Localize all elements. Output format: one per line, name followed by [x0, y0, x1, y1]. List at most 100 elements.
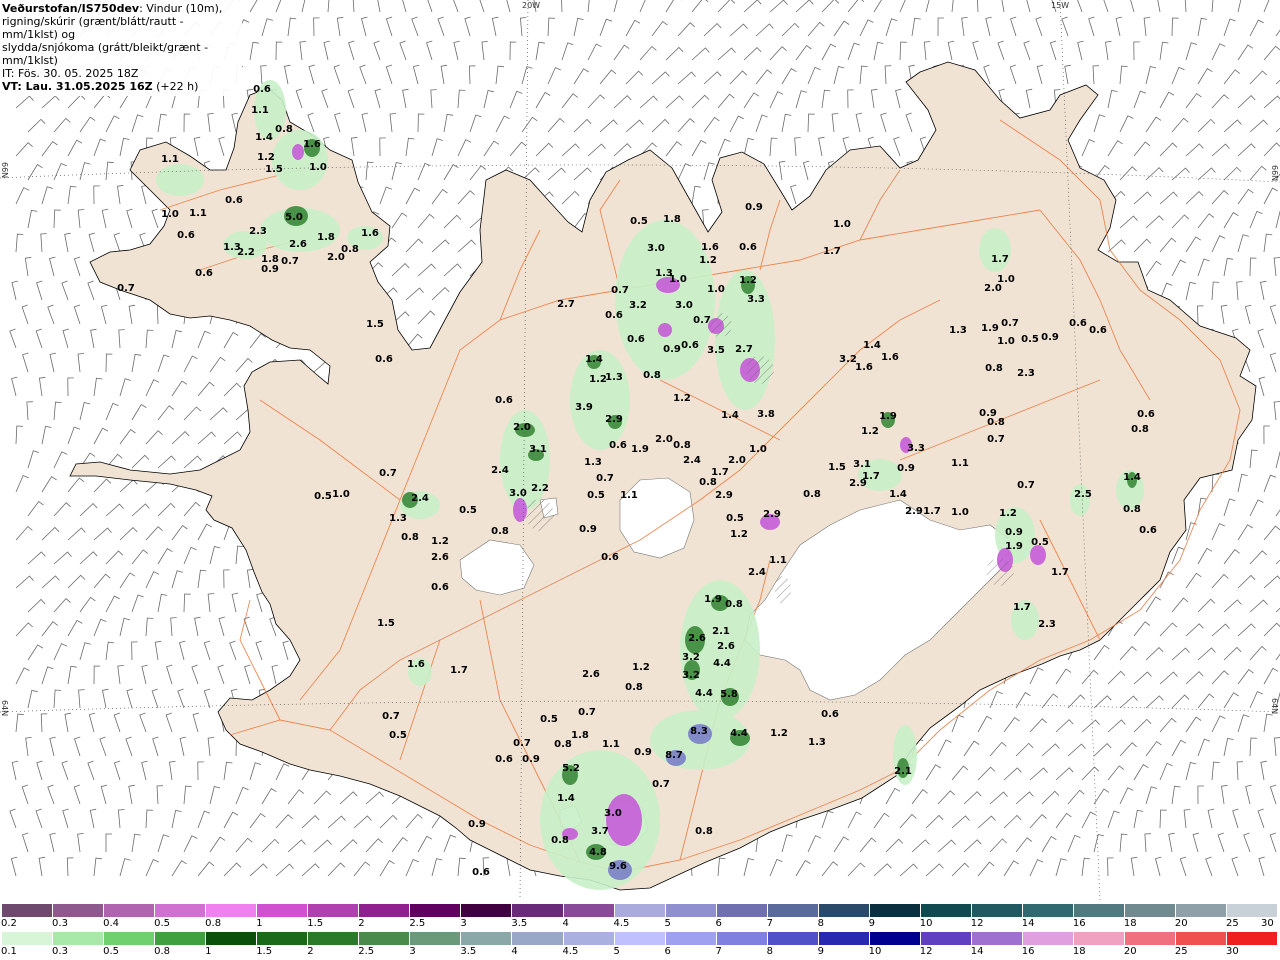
- precip-value-label: 0.8: [275, 124, 293, 135]
- precip-value-label: 2.4: [748, 567, 766, 578]
- legend-swatch: [1176, 904, 1228, 917]
- precip-value-label: 4.4: [713, 658, 731, 669]
- legend-label: 3: [460, 918, 467, 929]
- legend-swatch: [512, 904, 564, 917]
- precip-value-label: 1.1: [769, 555, 787, 566]
- precip-value-label: 1.6: [361, 228, 379, 239]
- precip-value-label: 1.3: [605, 372, 623, 383]
- legend-swatch: [155, 932, 207, 945]
- precip-value-label: 0.8: [625, 682, 643, 693]
- map-info-box: Veðurstofan/IS750dev: Vindur (10m), rign…: [0, 0, 242, 96]
- legend-label: 10: [919, 918, 933, 929]
- precip-value-label: 1.5: [377, 618, 395, 629]
- legend-swatch: [53, 904, 105, 917]
- precip-value-label: 2.3: [1038, 619, 1056, 630]
- precip-value-label: 1.7: [1013, 602, 1031, 613]
- precip-value-label: 1.4: [1123, 472, 1141, 483]
- precip-value-label: 1.2: [861, 426, 879, 437]
- legend-swatch: [869, 904, 921, 917]
- info-desc-3: slydda/snjókoma (grátt/bleikt/grænt - mm…: [2, 41, 209, 67]
- precip-value-label: 0.7: [379, 468, 397, 479]
- precip-value-label: 0.9: [261, 264, 279, 275]
- precip-value-label: 2.9: [605, 414, 623, 425]
- lat-label-66n-right: 66N: [1270, 165, 1279, 182]
- precip-value-label: 3.0: [647, 243, 665, 254]
- legend-swatch: [665, 904, 717, 917]
- legend-swatch: [410, 932, 462, 945]
- precip-value-label: 0.7: [1001, 318, 1019, 329]
- legend-swatch: [920, 932, 972, 945]
- precip-value-label: 2.1: [894, 766, 912, 777]
- precip-value-label: 0.6: [253, 84, 271, 95]
- precip-value-label: 0.7: [117, 283, 135, 294]
- legend-swatch: [308, 904, 360, 917]
- lat-label-64n-right: 64N: [1270, 698, 1279, 715]
- valid-time: VT: Lau. 31.05.2025 16Z: [2, 80, 153, 93]
- legend-swatch: [1125, 932, 1177, 945]
- precip-value-label: 0.6: [1089, 325, 1107, 336]
- lon-label-15w: 15W: [1051, 1, 1070, 10]
- legend-swatch: [665, 932, 717, 945]
- legend-swatch: [206, 904, 258, 917]
- precip-value-label: 1.1: [602, 739, 620, 750]
- snow-legend-labels: 0.2 0.3 0.4 0.5 0.8 1 1.5 2 2.5 3 3.5 4 4.5 5 6 7 8 9 10 12…: [0, 918, 1280, 930]
- precip-value-label: 0.6: [609, 440, 627, 451]
- precip-value-label: 2.4: [491, 465, 509, 476]
- precip-value-label: 1.3: [949, 325, 967, 336]
- legend-label: 20: [1174, 918, 1188, 929]
- precip-value-label: 1.0: [749, 444, 767, 455]
- precip-value-label: 2.9: [763, 509, 781, 520]
- legend-swatch: [1176, 932, 1228, 945]
- precip-value-label: 0.8: [551, 835, 569, 846]
- legend-label: 25: [1225, 918, 1239, 929]
- legend-swatch: [1227, 932, 1279, 945]
- precip-value-label: 1.1: [189, 208, 207, 219]
- precip-value-label: 1.3: [584, 457, 602, 468]
- legend-swatch: [869, 932, 921, 945]
- precip-value-label: 1.6: [855, 362, 873, 373]
- legend-swatch: [1022, 904, 1074, 917]
- legend-label: 30: [1261, 918, 1274, 929]
- precip-value-label: 0.8: [803, 489, 821, 500]
- legend-swatch: [563, 904, 615, 917]
- precip-value-label: 2.5: [1074, 489, 1092, 500]
- legend-label: 4.5: [613, 918, 630, 929]
- precip-value-label: 0.7: [693, 315, 711, 326]
- precip-value-label: 5.2: [562, 763, 580, 774]
- legend-label: 4: [511, 946, 518, 957]
- precip-value-label: 0.9: [522, 754, 540, 765]
- precip-value-label: 3.3: [907, 443, 925, 454]
- precip-value-label: 2.0: [728, 455, 746, 466]
- legend-swatch: [1073, 904, 1126, 917]
- legend-label: 18: [1123, 918, 1137, 929]
- precip-value-label: 3.2: [682, 652, 700, 663]
- precip-value-label: 0.9: [579, 524, 597, 535]
- legend-swatch: [512, 932, 564, 945]
- lat-label-64n-left: 64N: [0, 700, 9, 717]
- precip-value-label: 0.9: [1005, 527, 1023, 538]
- legend-label: 4.5: [562, 946, 579, 957]
- precip-value-label: 1.0: [669, 274, 687, 285]
- precip-value-label: 1.9: [631, 444, 649, 455]
- precip-value-label: 1.2: [770, 728, 788, 739]
- legend-swatch: [2, 932, 54, 945]
- snow-color-bar: [2, 904, 1279, 917]
- precip-value-label: 1.0: [332, 489, 350, 500]
- legend-label: 3: [409, 946, 416, 957]
- precip-value-label: 1.7: [450, 665, 468, 676]
- precip-value-label: 0.6: [375, 354, 393, 365]
- precip-value-label: 0.6: [472, 867, 490, 878]
- legend-swatch: [818, 904, 870, 917]
- precip-value-label: 0.6: [627, 334, 645, 345]
- legend-label: 16: [1021, 946, 1035, 957]
- precip-value-label: 8.7: [665, 750, 683, 761]
- legend-label: 0.8: [154, 946, 171, 957]
- legend-swatch: [257, 904, 309, 917]
- precip-value-label: 1.3: [389, 513, 407, 524]
- precip-value-label: 0.8: [673, 440, 691, 451]
- precip-value-label: 5.0: [285, 212, 303, 223]
- precip-value-label: 0.8: [491, 526, 509, 537]
- precip-value-label: 1.4: [863, 340, 881, 351]
- precip-value-label: 0.8: [1131, 424, 1149, 435]
- legend-label: 1.5: [256, 946, 273, 957]
